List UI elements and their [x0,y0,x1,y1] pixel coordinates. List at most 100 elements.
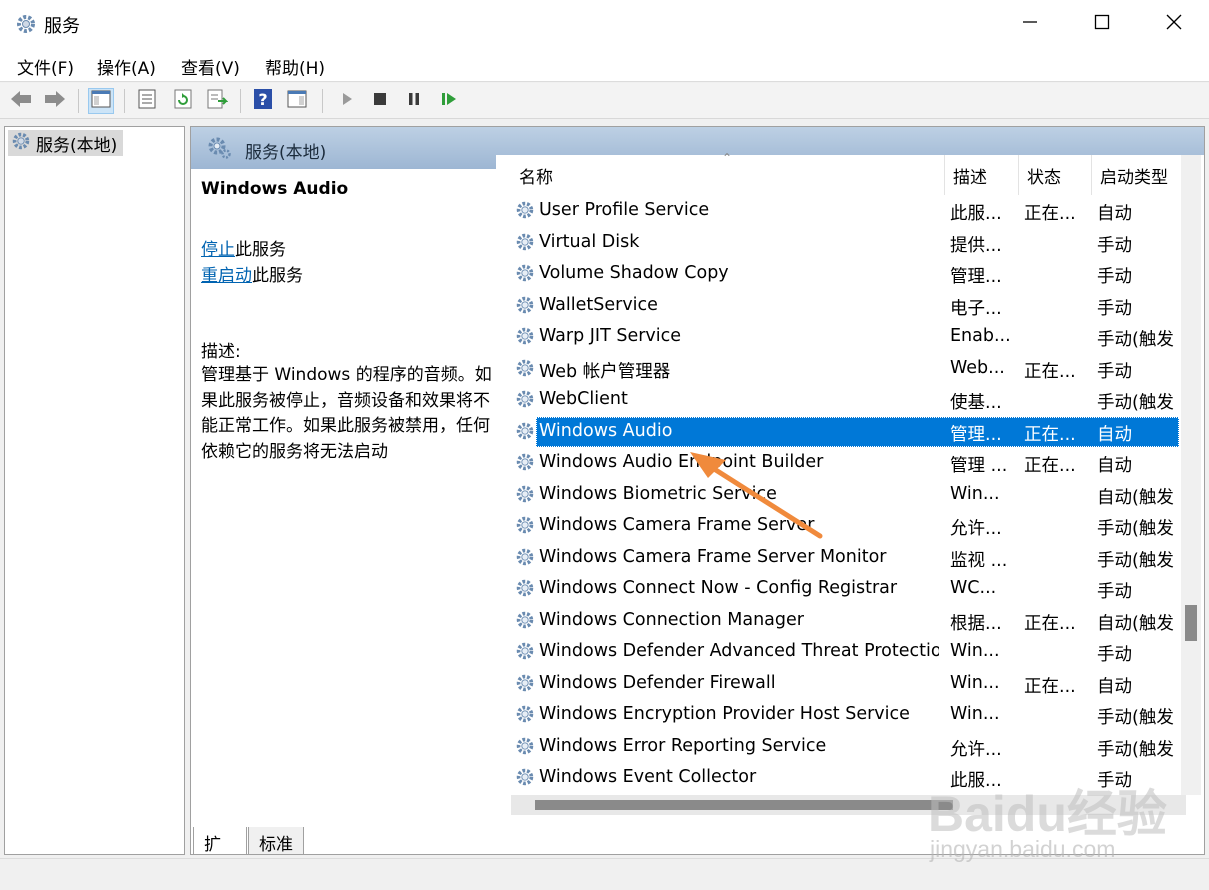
export-list-icon [206,89,229,113]
back-button[interactable] [8,88,34,114]
service-name: User Profile Service [539,200,710,220]
service-gear-icon [514,735,536,762]
service-startup-type: 手动 [1097,582,1132,602]
start-service-button[interactable] [334,88,360,114]
service-name: Windows Defender Advanced Threat Protect… [539,641,939,661]
service-row[interactable]: User Profile Service 此服... 正在... 自动 [496,195,1186,227]
service-name: Windows Camera Frame Server [539,515,815,535]
service-description: Win... [950,704,1000,724]
service-name: WalletService [539,294,658,315]
menu-view[interactable]: 查看(V) [181,54,240,79]
console-tree-icon [91,90,111,112]
service-row[interactable]: Windows Camera Frame Server 允许... 手动(触发 [496,510,1186,542]
properties-button[interactable] [134,88,160,114]
service-gear-icon [514,357,536,384]
service-gear-icon [514,420,536,447]
service-gear-icon [514,640,536,667]
column-header-startup-type[interactable]: 启动类型 [1092,155,1186,195]
close-button[interactable] [1139,0,1209,48]
services-gear-icon [207,136,233,164]
tab-extended[interactable]: 扩展 [193,827,247,880]
column-header-status[interactable]: 状态 [1019,155,1092,195]
service-startup-type: 手动 [1097,645,1132,665]
restart-service-suffix: 此服务 [252,266,303,286]
service-gear-icon [514,546,536,573]
service-description: Enab... [950,326,1011,346]
toolbar-separator [240,89,241,113]
panel-header-title: 服务(本地) [245,143,327,163]
vertical-scroll-thumb[interactable] [1185,605,1197,641]
horizontal-scrollbar[interactable] [511,795,1186,815]
service-row[interactable]: Windows Connection Manager 根据... 正在... 自动(触… [496,605,1186,637]
service-row[interactable]: Windows Error Reporting Service 允许... 手动(触… [496,731,1186,763]
help-button[interactable]: ? [250,88,276,114]
service-status: 正在... [1024,456,1076,476]
services-gear-icon [10,130,32,157]
pause-service-button[interactable] [401,88,427,114]
service-startup-type: 手动 [1097,298,1132,319]
menu-action[interactable]: 操作(A) [97,54,156,79]
tree-item-label: 服务(本地) [36,135,118,156]
service-row[interactable]: Web 帐户管理器 Web... 正在... 手动 [496,353,1186,385]
service-row[interactable]: Windows Audio Endpoint Builder 管理 ... 正在..… [496,447,1186,479]
service-status: 正在... [1024,204,1076,224]
service-row[interactable]: Warp JIT Service Enab... 手动(触发 [496,321,1186,353]
service-description: 管理... [950,267,1002,287]
menu-file[interactable]: 文件(F) [17,54,74,79]
title-bar: 服务 [0,0,1209,48]
service-row[interactable]: Windows Encryption Provider Host Service… [496,699,1186,731]
service-gear-icon [514,609,536,636]
action-pane-icon [287,90,307,112]
toolbar: ? [0,83,1209,119]
vertical-scrollbar[interactable] [1181,155,1201,795]
service-description: 提供... [950,235,1002,256]
stop-service-button[interactable] [367,88,393,114]
maximize-button[interactable] [1067,0,1137,48]
service-name: Windows Connection Manager [539,609,804,630]
service-row[interactable]: Windows Event Collector 此服... 手动 [496,762,1186,794]
service-description: Win... [950,483,1000,504]
column-header-name[interactable]: 名称 [511,155,945,195]
menu-help[interactable]: 帮助(H) [265,54,325,79]
stop-service-suffix: 此服务 [235,240,286,260]
forward-button[interactable] [42,88,68,114]
service-gear-icon [514,199,536,226]
restart-service-link[interactable]: 重启动 [201,266,252,286]
status-bar [0,858,1209,890]
minimize-button[interactable] [995,0,1065,48]
toolbar-separator [78,89,79,113]
service-row[interactable]: Virtual Disk 提供... 手动 [496,227,1186,259]
stop-service-link[interactable]: 停止 [201,240,235,260]
show-hide-console-tree-button[interactable] [88,88,114,114]
service-row[interactable]: Windows Biometric Service Win... 自动(触发 [496,479,1186,511]
service-row[interactable]: Windows Audio 管理... 正在... 自动 [496,416,1186,448]
service-gear-icon [514,514,536,541]
service-row[interactable]: Windows Connect Now - Config Registrar WC… [496,573,1186,605]
service-row[interactable]: Windows Defender Firewall Win... 正在... 自动 [496,668,1186,700]
export-list-button[interactable] [204,88,230,114]
service-row[interactable]: Windows Defender Advanced Threat Protect… [496,636,1186,668]
column-header-description[interactable]: 描述 [945,155,1019,195]
help-icon: ? [253,88,273,114]
service-description: 允许... [950,739,1002,760]
service-row[interactable]: WebClient 使基... 手动(触发 [496,384,1186,416]
service-startup-type: 自动(触发 [1097,613,1174,634]
service-startup-type: 手动 [1097,361,1132,382]
service-startup-type: 自动 [1097,204,1132,224]
service-row[interactable]: Volume Shadow Copy 管理... 手动 [496,258,1186,290]
tab-standard[interactable]: 标准 [248,827,304,855]
service-description: 使基... [950,393,1002,413]
service-row[interactable]: WalletService 电子... 手动 [496,290,1186,322]
service-name: Windows Event Collector [539,767,757,787]
restart-service-button[interactable] [436,88,462,114]
tree-item-services-local[interactable]: 服务(本地) [8,130,124,157]
horizontal-scroll-thumb[interactable] [535,800,953,810]
service-startup-type: 手动(触发 [1097,393,1174,413]
service-row[interactable]: Windows Camera Frame Server Monitor 监视 ..… [496,542,1186,574]
service-gear-icon [514,451,536,478]
service-description: 允许... [950,519,1002,539]
refresh-button[interactable] [170,88,196,114]
properties-icon [137,89,157,113]
description-label: 描述: [201,342,241,362]
show-action-pane-button[interactable] [284,88,310,114]
